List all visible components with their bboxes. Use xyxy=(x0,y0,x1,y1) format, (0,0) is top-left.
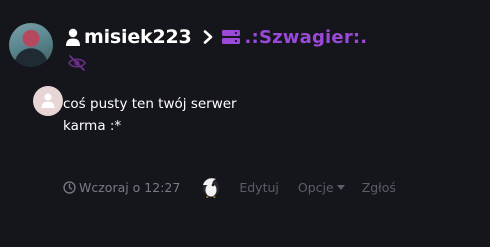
author-username[interactable]: misiek223 xyxy=(84,26,192,48)
reply-avatar xyxy=(33,86,63,116)
post-header: misiek223 .:Szwagier:. xyxy=(65,25,367,49)
server-icon xyxy=(221,30,240,44)
timestamp-text: Wczoraj o 12:27 xyxy=(79,179,181,195)
content-line: karma :* xyxy=(63,118,122,134)
content-line: coś pusty ten twój serwer xyxy=(63,96,237,112)
report-button[interactable]: Zgłoś xyxy=(362,180,396,195)
post: misiek223 .:Szwagier:. coś pusty ten twó… xyxy=(0,0,490,247)
clock-icon xyxy=(63,180,76,194)
post-footer: Wczoraj o 12:27 Edytuj Opcje Zgłoś xyxy=(63,176,396,198)
caret-down-icon xyxy=(336,184,345,190)
timestamp[interactable]: Wczoraj o 12:27 xyxy=(63,180,180,195)
options-dropdown[interactable]: Opcje xyxy=(298,180,345,195)
post-content: coś pusty ten twój serwer karma :* xyxy=(63,93,237,137)
eye-slash-icon xyxy=(68,55,86,71)
user-icon xyxy=(66,28,80,46)
options-label: Opcje xyxy=(297,179,334,195)
penguin-reaction-icon[interactable] xyxy=(200,176,222,198)
author-avatar[interactable] xyxy=(9,23,53,67)
user-icon xyxy=(41,93,55,108)
server-link[interactable]: .:Szwagier:. xyxy=(245,27,368,48)
edit-button[interactable]: Edytuj xyxy=(239,180,279,195)
chevron-right-icon xyxy=(203,30,212,44)
